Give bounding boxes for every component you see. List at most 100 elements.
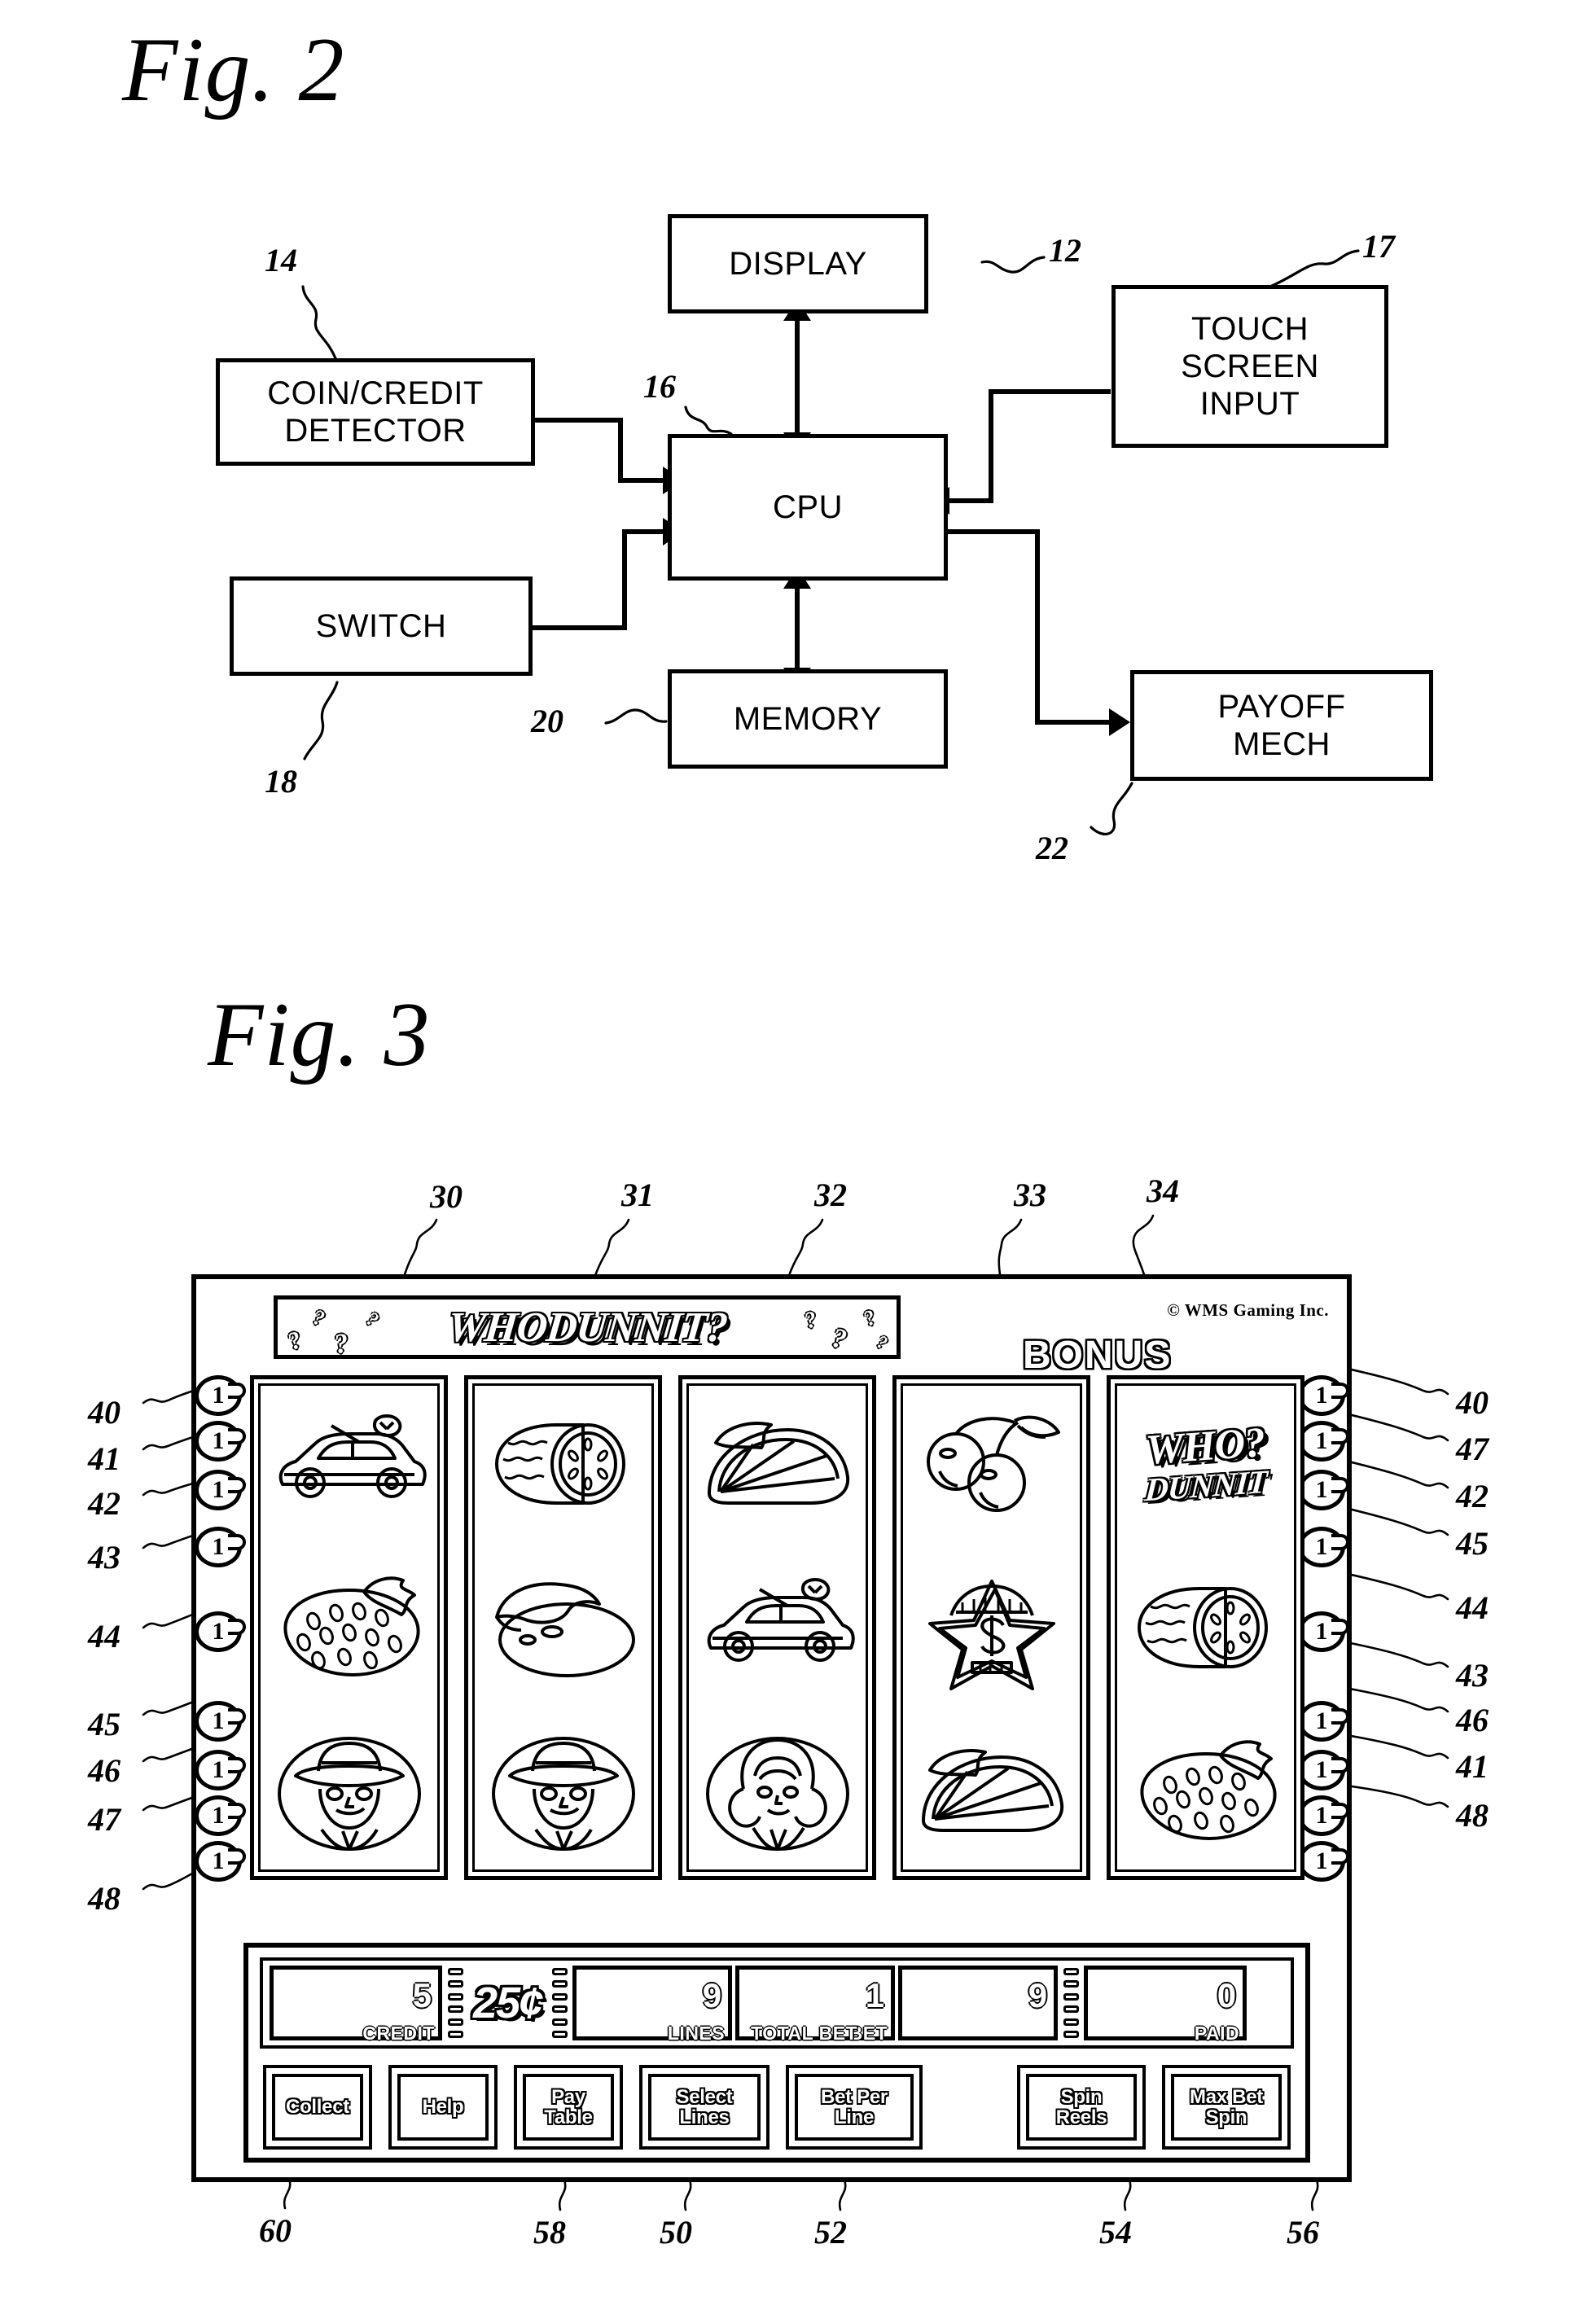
symbol-cherries [910,1391,1073,1537]
line-button-left-3[interactable]: 1 [195,1470,246,1510]
line-button-value: 1 [1315,1476,1328,1503]
button-tab [228,1383,246,1399]
reel-2[interactable] [464,1375,662,1880]
bead [551,1980,568,1988]
symbol-strawberry [268,1554,431,1701]
button-tab [1331,1428,1349,1444]
line-button-right-9[interactable]: 1 [1298,1841,1349,1882]
line-button-value: 1 [212,1802,225,1829]
block-switch-label: SWITCH [315,608,447,644]
line-button-right-2[interactable]: 1 [1298,1421,1349,1462]
line-button-left-1[interactable]: 1 [195,1375,246,1416]
meter-credit-label: CREDIT [362,2023,435,2044]
ref-numeral-54: 54 [1099,2214,1132,2251]
left-line-button-column: 1 1 1 1 1 1 1 1 1 [195,1375,246,1882]
question-mark-icon: ? [331,1327,351,1359]
help-button-label: Help [422,2096,464,2119]
bead [551,2018,568,2026]
button-tab [1331,1619,1349,1635]
line-button-left-5[interactable]: 1 [195,1611,246,1652]
bead [1063,1968,1079,1975]
ref-numeral-34: 34 [1147,1172,1179,1209]
ref-numeral-52: 52 [814,2214,847,2251]
symbol-melon [482,1391,645,1537]
ref-numeral-14: 14 [265,242,297,278]
button-tab [228,1428,246,1444]
line-button-right-7[interactable]: 1 [1298,1750,1349,1790]
line-button-right-4[interactable]: 1 [1298,1527,1349,1567]
max-bet-spin-button[interactable]: Max Bet Spin [1162,2065,1291,2150]
button-tab [228,1477,246,1493]
max-bet-spin-button-label: Max Bet Spin [1190,2085,1263,2128]
ref-numeral-right-45: 45 [1456,1525,1489,1562]
block-display: DISPLAY [668,214,928,313]
meter-total-bet-label: TOTAL BET [751,2023,858,2044]
symbol-banana-melon [482,1554,645,1701]
connector-touch-h2 [949,498,993,503]
block-payoff-line2: MECH [1233,726,1331,762]
bead [551,1968,568,1975]
line-button-right-6[interactable]: 1 [1298,1701,1349,1742]
line-button-left-2[interactable]: 1 [195,1421,246,1462]
line-button-left-4[interactable]: 1 [195,1527,246,1567]
question-mark-icon: ? [283,1326,307,1356]
line-button-right-1[interactable]: 1 [1298,1375,1349,1416]
bead [1063,1980,1079,1988]
connector-coincredit-h [533,418,623,423]
collect-button[interactable]: Collect [263,2065,372,2150]
select-lines-button[interactable]: Select Lines [639,2065,770,2150]
game-title-banner: ? ? ? ? WHODUNNIT? ? ? ? ? [274,1295,901,1359]
ref-numeral-56: 56 [1287,2214,1319,2251]
line-button-right-8[interactable]: 1 [1298,1795,1349,1836]
block-coin-credit-detector: COIN/CREDIT DETECTOR [216,358,535,466]
bead [1063,2030,1079,2038]
connector-display-cpu [795,313,800,434]
line-button-left-7[interactable]: 1 [195,1750,246,1790]
reel-5[interactable]: WHO? DUNNIT [1107,1375,1304,1880]
line-button-value: 1 [212,1847,225,1874]
meter-strip: 5 CREDIT 25¢ 9 LINES 1 BET 9 TOTAL BET 0… [260,1957,1294,2049]
connector-cpu-payoff-h2 [1035,720,1113,725]
ref-numeral-left-43: 43 [88,1539,121,1576]
bead [447,2005,463,2014]
line-button-value: 1 [1315,1756,1328,1783]
logo-line-1: WHO? [1144,1418,1267,1474]
button-row: Collect Help Pay Table Select Lines Bet … [260,2062,1294,2153]
line-button-value: 1 [212,1382,225,1409]
line-button-value: 1 [212,1427,225,1454]
pay-table-button[interactable]: Pay Table [514,2065,623,2150]
reel-1[interactable] [250,1375,448,1880]
button-tab [228,1757,246,1773]
block-coin-credit-line2: DETECTOR [284,413,467,449]
bet-per-line-button[interactable]: Bet Per Line [786,2065,923,2150]
question-mark-icon: ? [859,1304,880,1331]
line-button-left-8[interactable]: 1 [195,1795,246,1836]
banner-row: ? ? ? ? WHODUNNIT? ? ? ? ? © WMS Gaming … [196,1279,1347,1369]
line-button-right-5[interactable]: 1 [1298,1611,1349,1652]
spin-reels-button[interactable]: Spin Reels [1017,2065,1146,2150]
ref-numeral-60: 60 [259,2212,292,2249]
bead [447,2018,463,2026]
reel-4[interactable] [892,1375,1090,1880]
ref-numeral-18: 18 [265,763,297,800]
reel-3[interactable] [678,1375,876,1880]
arrowhead-payoff [1109,708,1130,736]
ref-numeral-58: 58 [533,2214,566,2251]
line-button-value: 1 [1315,1427,1328,1454]
ref-numeral-left-42: 42 [88,1485,121,1522]
block-touch-line1: TOUCH [1191,311,1309,347]
ref-numeral-left-40: 40 [88,1394,121,1431]
line-button-left-9[interactable]: 1 [195,1841,246,1882]
line-button-value: 1 [212,1707,225,1734]
line-button-left-6[interactable]: 1 [195,1701,246,1742]
control-panel: 5 CREDIT 25¢ 9 LINES 1 BET 9 TOTAL BET 0… [243,1943,1310,2163]
ref-numeral-17: 17 [1362,228,1395,265]
ref-numeral-right-40: 40 [1456,1384,1489,1421]
reel-window-group: WHO? DUNNIT [250,1375,1304,1880]
line-button-right-3[interactable]: 1 [1298,1470,1349,1510]
help-button[interactable]: Help [388,2065,498,2150]
collect-button-label: Collect [286,2096,349,2119]
meter-credit-value: 5 [412,1976,432,2014]
connector-coincredit-h2 [618,478,667,483]
line-button-value: 1 [1315,1382,1328,1409]
